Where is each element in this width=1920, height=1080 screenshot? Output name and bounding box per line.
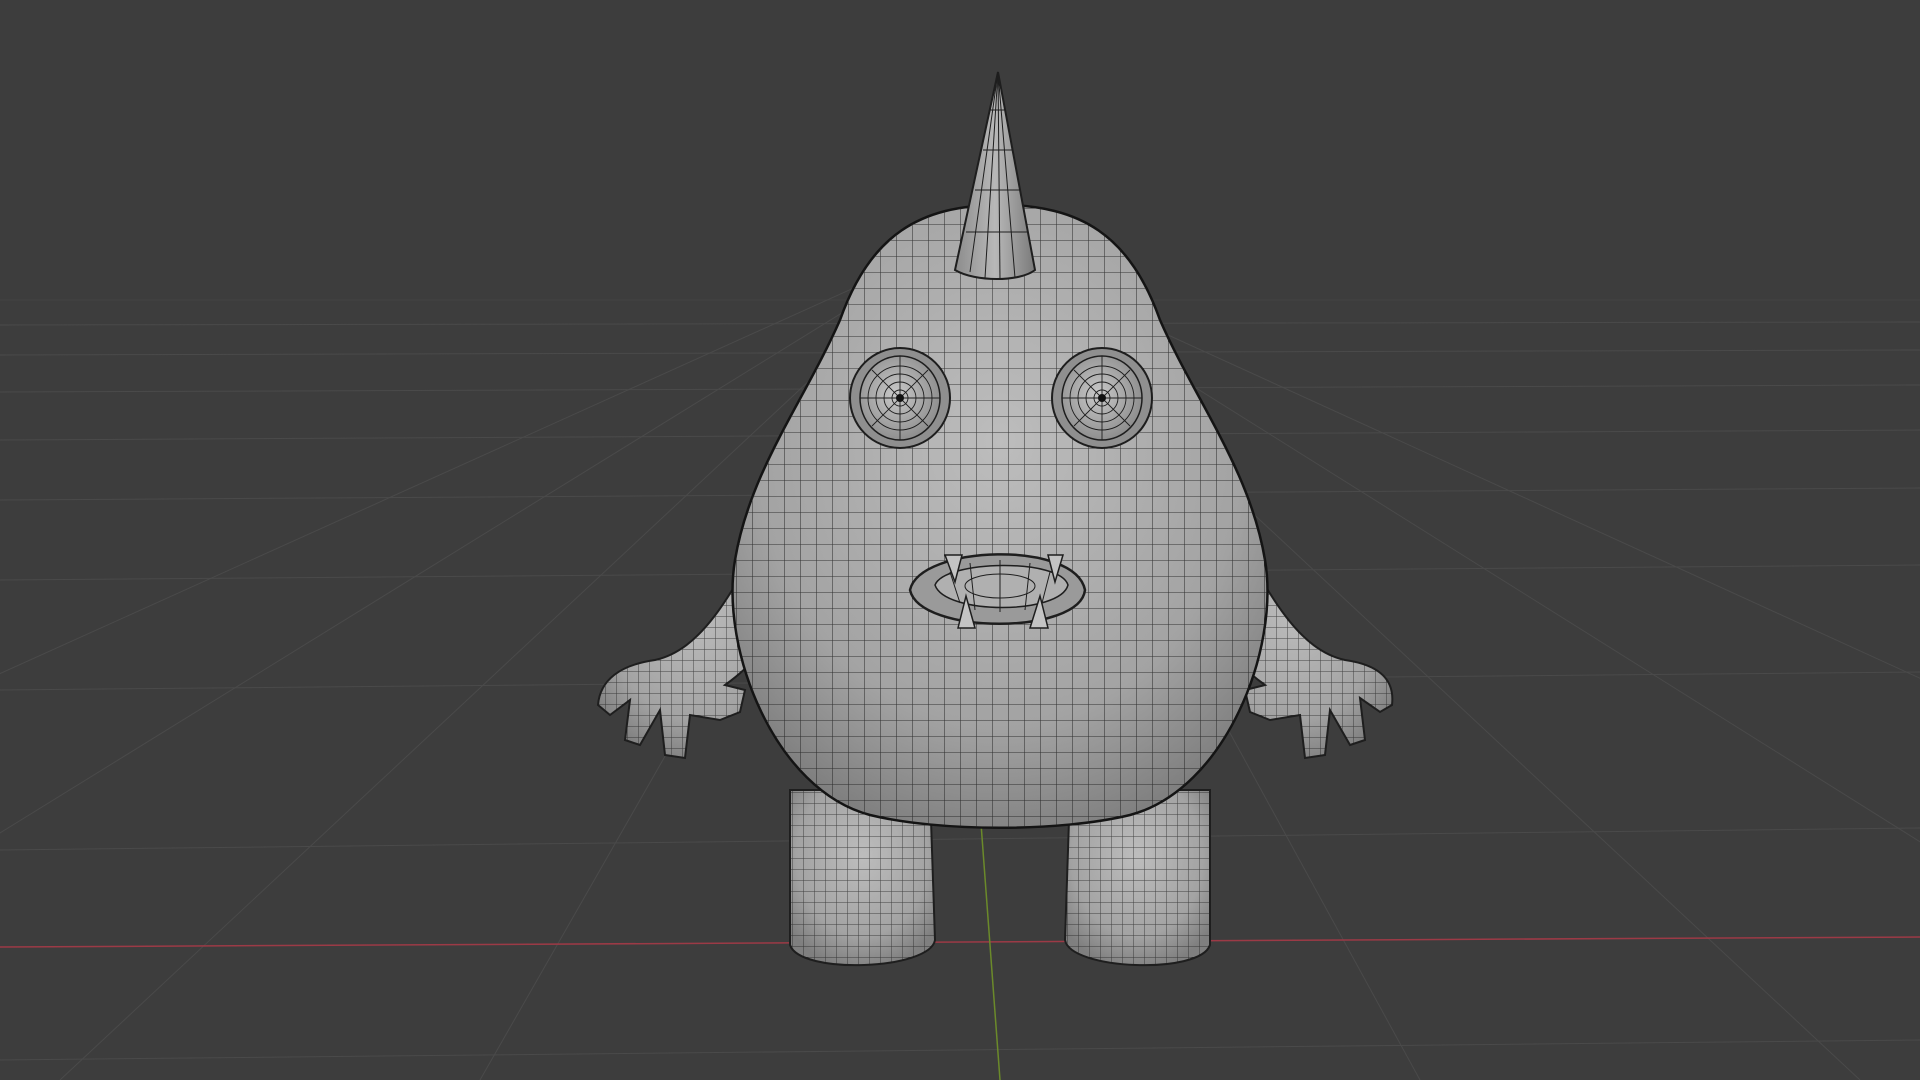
3d-viewport[interactable] — [0, 0, 1920, 1080]
monster-mesh[interactable] — [596, 71, 1394, 967]
viewport-canvas[interactable] — [0, 0, 1920, 1080]
body — [731, 203, 1269, 829]
horn — [953, 71, 1037, 281]
x-axis-line — [0, 936, 1920, 948]
eye-right — [1051, 347, 1153, 449]
eye-left — [849, 347, 951, 449]
y-axis-line — [979, 809, 1001, 1080]
